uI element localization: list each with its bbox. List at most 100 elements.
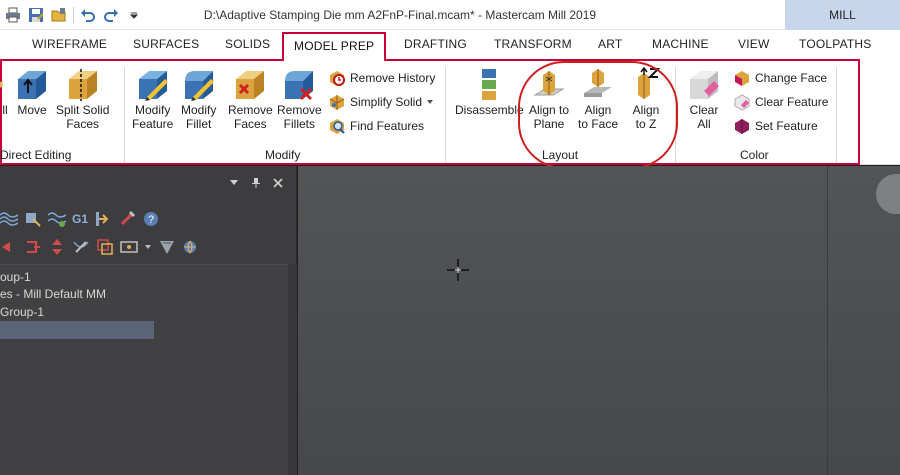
tab-art[interactable]: ART	[598, 37, 622, 51]
close-icon[interactable]	[273, 178, 283, 188]
tree-item-properties[interactable]: es - Mill Default MM	[0, 285, 106, 303]
simplify-solid-button[interactable]: Simplify Solid	[328, 93, 434, 111]
tab-view[interactable]: VIEW	[738, 37, 769, 51]
remove-history-button[interactable]: Remove History	[328, 69, 435, 87]
find-features-button[interactable]: Find Features	[328, 117, 424, 135]
pull-label: ll	[2, 103, 8, 117]
tab-toolpaths[interactable]: TOOLPATHS	[799, 37, 871, 51]
simplify-solid-icon	[329, 95, 345, 110]
post-selected-icon[interactable]	[94, 210, 112, 228]
tab-surfaces[interactable]: SURFACES	[133, 37, 199, 51]
dropdown-icon[interactable]	[229, 179, 239, 187]
ribbon-tabs: WIREFRAME SURFACES SOLIDS MODEL PREP DRA…	[0, 30, 900, 61]
clear-all-color-icon	[690, 71, 719, 99]
change-face-button[interactable]: Change Face	[733, 69, 827, 87]
tree-item-machine-group[interactable]: oup-1	[0, 268, 31, 286]
collapse-icon[interactable]	[24, 238, 42, 256]
tab-machine[interactable]: MACHINE	[652, 37, 709, 51]
tab-wireframe[interactable]: WIREFRAME	[32, 37, 107, 51]
modify-fillet-button[interactable]: Modify Fillet	[181, 67, 216, 131]
modify-feature-icon	[138, 71, 168, 101]
modify-fillet-label-2: Fillet	[186, 117, 212, 131]
panel-toolbar-row-1: G1 ?	[0, 206, 160, 232]
group-label-direct-editing: Direct Editing	[0, 148, 72, 162]
remove-faces-icon	[236, 71, 265, 99]
panel-header	[0, 166, 297, 200]
set-feature-icon	[735, 119, 749, 134]
ribbon-panel: ll Move Split Solid Faces Direct Editing…	[0, 59, 860, 165]
modify-feature-label-2: Feature	[132, 117, 174, 131]
chevron-down-icon[interactable]	[426, 98, 434, 106]
toolpaths-manager-panel: G1 ? oup-1 es - Mill Default MM Group-1	[0, 166, 297, 475]
ribbon-extension	[860, 60, 900, 165]
hide-toolpath-icon[interactable]	[72, 238, 90, 256]
expand-icon[interactable]	[0, 238, 18, 256]
split-solid-icon	[68, 69, 97, 101]
group-separator	[124, 67, 125, 163]
clear-feature-label: Clear Feature	[755, 95, 829, 109]
svg-text:?: ?	[148, 214, 154, 226]
clear-all-label-2: All	[697, 117, 711, 131]
group-label-color: Color	[740, 148, 769, 162]
wave-toolpath-icon[interactable]	[0, 210, 18, 228]
tab-transform[interactable]: TRANSFORM	[494, 37, 572, 51]
clear-feature-button[interactable]: Clear Feature	[733, 93, 828, 111]
lock-selection-icon[interactable]	[158, 238, 176, 256]
move-button[interactable]: Move	[16, 67, 48, 117]
operations-tree: oup-1 es - Mill Default MM Group-1	[0, 264, 288, 475]
globe-settings-icon[interactable]	[182, 238, 200, 256]
viewport-floating-button[interactable]	[876, 174, 900, 214]
remove-faces-label-2: Faces	[234, 117, 267, 131]
clear-all-label-1: Clear	[689, 103, 719, 117]
remove-fillets-button[interactable]: Remove Fillets	[277, 67, 322, 131]
disassemble-button[interactable]: Disassemble	[455, 67, 524, 117]
pin-icon[interactable]	[251, 177, 261, 189]
select-operations-icon[interactable]	[24, 210, 42, 228]
display-options-icon[interactable]	[120, 238, 138, 256]
remove-fillets-icon	[285, 71, 314, 101]
graphics-viewport[interactable]	[298, 166, 900, 475]
move-label: Move	[17, 103, 47, 117]
chevron-down-icon[interactable]	[144, 243, 152, 251]
change-face-label: Change Face	[755, 71, 828, 85]
split-solid-faces-button[interactable]: Split Solid Faces	[56, 67, 109, 131]
tab-drafting[interactable]: DRAFTING	[404, 37, 467, 51]
crosshair-cursor-icon	[447, 259, 469, 281]
clear-feature-icon	[734, 94, 750, 111]
modify-feature-button[interactable]: Modify Feature	[132, 67, 173, 131]
split-faces-label: Faces	[66, 117, 100, 131]
panel-scrollbar[interactable]	[288, 264, 297, 475]
tab-model-prep[interactable]: MODEL PREP	[282, 32, 387, 61]
modify-fillet-label-1: Modify	[181, 103, 217, 117]
help-icon[interactable]: ?	[142, 210, 160, 228]
change-face-icon	[735, 71, 749, 86]
move-solid-icon	[18, 71, 46, 99]
modify-feature-label-1: Modify	[135, 103, 171, 117]
viewport-divider	[827, 166, 828, 475]
clear-all-button[interactable]: Clear All	[688, 67, 720, 131]
group-label-modify: Modify	[265, 148, 301, 162]
split-solid-label: Split Solid	[56, 103, 110, 117]
annotation-circle	[518, 61, 678, 169]
remove-fillets-label-2: Fillets	[283, 117, 316, 131]
remove-fillets-label-1: Remove	[277, 103, 322, 117]
highfeed-icon[interactable]	[118, 210, 136, 228]
pull-button[interactable]: ll	[0, 67, 10, 117]
simplify-solid-label: Simplify Solid	[350, 95, 423, 109]
g1-backplot-icon[interactable]: G1	[72, 212, 88, 226]
find-features-icon	[330, 119, 345, 134]
remove-faces-button[interactable]: Remove Faces	[228, 67, 273, 131]
find-features-label: Find Features	[350, 119, 425, 133]
remove-faces-label-1: Remove	[228, 103, 273, 117]
mill-context-tab[interactable]: MILL	[785, 0, 900, 30]
remove-history-icon	[330, 71, 345, 86]
tree-item-selected-empty[interactable]	[0, 321, 154, 339]
move-insert-arrow-icon[interactable]	[48, 238, 66, 256]
tree-item-toolpath-group[interactable]: Group-1	[0, 303, 44, 321]
regenerate-icon[interactable]	[48, 210, 66, 228]
modify-fillet-icon	[184, 71, 214, 101]
toggle-display-icon[interactable]	[96, 238, 114, 256]
set-feature-button[interactable]: Set Feature	[733, 117, 818, 135]
set-feature-label: Set Feature	[755, 119, 818, 133]
tab-solids[interactable]: SOLIDS	[225, 37, 270, 51]
